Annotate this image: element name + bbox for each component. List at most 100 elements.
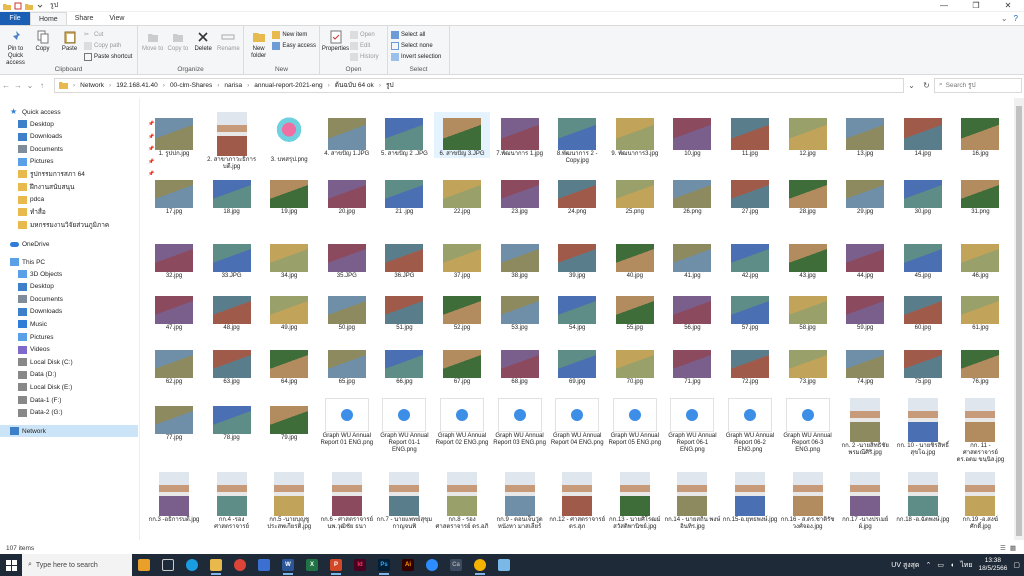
nav-network[interactable]: Network — [0, 425, 138, 437]
file-item[interactable]: 48.jpg — [204, 288, 260, 332]
select-none-button[interactable]: Select none — [391, 41, 441, 51]
file-item[interactable]: 25.png — [607, 172, 663, 216]
task-view-icon[interactable] — [156, 554, 180, 576]
nav-quick-item[interactable]: มหกรรมงานวิจัยส่วนภูมิภาค — [18, 219, 156, 231]
file-item[interactable]: 66.jpg — [376, 342, 432, 386]
help-icon[interactable]: ? — [1014, 14, 1018, 23]
file-item[interactable]: 75.jpg — [895, 342, 951, 386]
file-item[interactable]: 10.jpg — [664, 112, 720, 158]
forward-icon[interactable]: → — [12, 81, 24, 90]
edit-button[interactable]: Edit — [350, 41, 379, 51]
file-item[interactable]: 6. สาขปัญ 3.JPG — [434, 112, 490, 158]
qat-dropdown-icon[interactable] — [36, 2, 44, 10]
file-item[interactable]: 5. สาขปัญ 2 .JPG — [376, 112, 432, 158]
file-item[interactable]: กก.15-อ.ยุทธพงษ์.jpg — [722, 472, 778, 524]
file-item[interactable]: 26.png — [664, 172, 720, 216]
file-item[interactable]: 65.jpg — [319, 342, 375, 386]
nav-quick-item[interactable]: ทำสื่อ — [18, 206, 156, 218]
file-item[interactable]: 19.jpg — [261, 172, 317, 216]
file-item[interactable]: 49.jpg — [261, 288, 317, 332]
camera-icon[interactable]: Ca — [444, 554, 468, 576]
paste-shortcut-button[interactable]: Paste shortcut — [84, 52, 132, 62]
file-item[interactable]: กก. 10 - นายชิรสิทธิ์ สุขโฉ.jpg — [895, 398, 951, 457]
file-item[interactable]: 73.jpg — [780, 342, 836, 386]
file-item[interactable]: 50.jpg — [319, 288, 375, 332]
nav-quick-item[interactable]: รูปกรรมการสภา 64 📌 — [18, 168, 156, 180]
nav-onedrive[interactable]: OneDrive — [10, 238, 148, 250]
file-item[interactable]: กก.16 - ส.ดร.ชาติรัช วงศ์จอง.jpg — [780, 472, 836, 531]
powerpoint-icon[interactable]: P — [324, 554, 348, 576]
file-item[interactable]: 54.jpg — [549, 288, 605, 332]
file-item[interactable]: 43.jpg — [780, 236, 836, 280]
file-item[interactable]: 23.jpg — [492, 172, 548, 216]
file-item[interactable]: 21 .jpg — [376, 172, 432, 216]
tab-view[interactable]: View — [101, 12, 132, 25]
copy-path-button[interactable]: Copy path — [84, 41, 132, 51]
file-item[interactable]: 14.jpg — [895, 112, 951, 158]
file-item[interactable]: 3. บทสรุป.png — [261, 112, 317, 164]
file-item[interactable]: 57.jpg — [722, 288, 778, 332]
details-view-icon[interactable]: ☰ — [1000, 544, 1006, 552]
file-item[interactable]: 27.jpg — [722, 172, 778, 216]
breadcrumb-network[interactable]: Network — [80, 82, 104, 89]
file-item[interactable]: กก.13 - นายศิโรฒม์ สวัสดิพานิชย์.jpg — [607, 472, 663, 531]
file-item[interactable]: 20.jpg — [319, 172, 375, 216]
file-item[interactable]: กก.5 -นายบุญชู ประสพเกียรติ.jpg — [261, 472, 317, 531]
select-all-button[interactable]: Select all — [391, 30, 441, 40]
breadcrumb-current[interactable]: รูป — [386, 80, 394, 90]
file-item[interactable]: 79.jpg — [261, 398, 317, 442]
new-item-button[interactable]: New item — [272, 30, 316, 40]
nav-pc-item[interactable]: Local Disk (E:) — [18, 381, 156, 393]
file-item[interactable]: 68.jpg — [492, 342, 548, 386]
file-explorer-icon[interactable] — [204, 554, 228, 576]
chrome-icon[interactable] — [228, 554, 252, 576]
weather-status[interactable]: UV สูงสุด — [891, 560, 919, 571]
file-item[interactable]: กก.12 - ศาสตราจารย์ ดร.สุภ — [549, 472, 605, 531]
file-item[interactable]: 17.jpg — [146, 172, 202, 216]
zoom-icon[interactable] — [420, 554, 444, 576]
file-item[interactable]: 47.jpg — [146, 288, 202, 332]
nav-pc-item[interactable]: Music — [18, 318, 156, 330]
vertical-scrollbar[interactable] — [1014, 98, 1024, 540]
file-item[interactable]: 12.jpg — [780, 112, 836, 158]
easy-access-button[interactable]: Easy access — [272, 41, 316, 51]
file-item[interactable]: 72.jpg — [722, 342, 778, 386]
nav-pc-item[interactable]: Documents — [18, 293, 156, 305]
minimize-button[interactable]: — — [928, 0, 960, 12]
file-item[interactable]: 71.jpg — [664, 342, 720, 386]
history-button[interactable]: History — [350, 52, 379, 62]
file-item[interactable]: 51.jpg — [376, 288, 432, 332]
file-item[interactable]: 44.jpg — [837, 236, 893, 280]
file-item[interactable]: 69.jpg — [549, 342, 605, 386]
nav-pc-item[interactable]: Data-1 (F:) — [18, 394, 156, 406]
notification-icon[interactable]: ▢ — [1013, 561, 1020, 569]
refresh-icon[interactable]: ↻ — [923, 81, 930, 90]
file-item[interactable]: Graph WU Annual Report 06-2 ENG.png — [722, 398, 778, 454]
file-item[interactable]: 32.jpg — [146, 236, 202, 280]
file-item[interactable]: 16.jpg — [952, 112, 1008, 158]
tab-home[interactable]: Home — [30, 12, 67, 25]
file-item[interactable]: Graph WU Annual Report 04 ENG.png — [549, 398, 605, 447]
file-item[interactable]: 28.jpg — [780, 172, 836, 216]
nav-pc-item[interactable]: 3D Objects — [18, 268, 156, 280]
file-item[interactable]: 7.พัฒนาการ 1.jpg — [492, 112, 548, 158]
chrome-2-icon[interactable] — [468, 554, 492, 576]
file-item[interactable]: 33.JPG — [204, 236, 260, 280]
file-item[interactable]: 52.jpg — [434, 288, 490, 332]
nav-this-pc[interactable]: This PC — [10, 256, 148, 268]
start-button[interactable] — [0, 554, 22, 576]
taskbar-search[interactable]: ⌕ Type here to search — [22, 554, 132, 576]
file-item[interactable]: 34.jpg — [261, 236, 317, 280]
file-item[interactable]: 13.jpg — [837, 112, 893, 158]
breadcrumb-user[interactable]: narisa — [224, 82, 242, 89]
file-item[interactable]: กก.18 -อ.ฉัตพงษ์.jpg — [895, 472, 951, 524]
file-item[interactable]: กก. 11 - ศาสตราจารย์ ดร.อดม ขนฺนิล.jpg — [952, 398, 1008, 464]
file-item[interactable]: กก.14 - นายสถิน พงษ์อินทิร.jpg — [664, 472, 720, 531]
breadcrumb-server[interactable]: 192.168.41.40 — [116, 82, 158, 89]
cut-button[interactable]: ✂ Cut — [84, 30, 132, 40]
file-item[interactable]: 31.png — [952, 172, 1008, 216]
new-folder-icon[interactable] — [25, 2, 33, 10]
store-icon[interactable] — [252, 554, 276, 576]
file-item[interactable]: 2. สาขาภาวะธิการบดี.jpg — [204, 112, 260, 171]
breadcrumb-share[interactable]: 00-clm-Shares — [170, 82, 212, 89]
